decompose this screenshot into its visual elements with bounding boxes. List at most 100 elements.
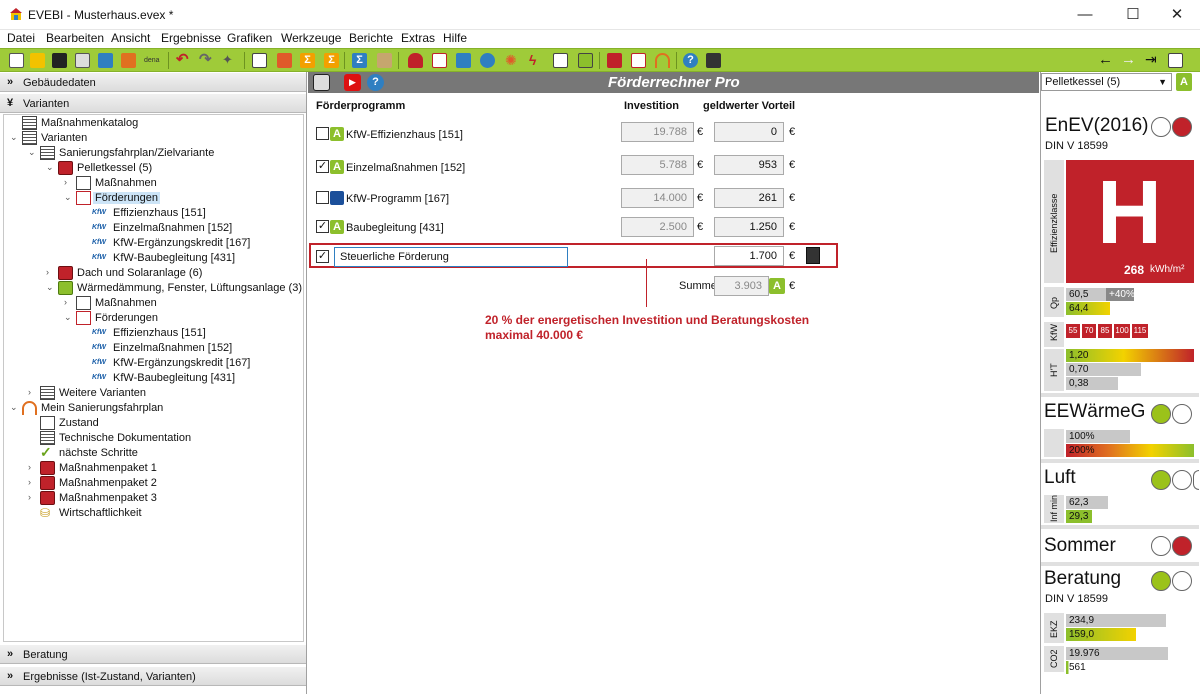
- calculator-icon[interactable]: [806, 247, 820, 264]
- house-icon[interactable]: [553, 53, 568, 68]
- sum-all-icon[interactable]: Σ: [324, 53, 339, 68]
- status-circle-empty: [1172, 470, 1192, 490]
- new-file-icon[interactable]: [9, 53, 24, 68]
- expand-toggle-icon[interactable]: ›: [46, 267, 56, 277]
- steuer-vorteil-field[interactable]: 1.700: [714, 246, 784, 266]
- copy-icon[interactable]: [75, 53, 90, 68]
- kfw-icon: KfW: [92, 374, 106, 381]
- heating-icon[interactable]: [408, 53, 423, 68]
- forward-arrow-icon[interactable]: →: [1121, 52, 1136, 68]
- package-icon[interactable]: [607, 53, 622, 68]
- menu-ergebnisse[interactable]: Ergebnisse: [161, 31, 221, 45]
- collapse-toggle-icon[interactable]: ⌄: [64, 192, 74, 203]
- dock-icon[interactable]: ⇥: [1145, 52, 1160, 68]
- effizienzklasse-letter: H: [1097, 163, 1162, 263]
- col-header-investition: Investition: [624, 100, 680, 112]
- sun-icon[interactable]: ✺: [505, 53, 520, 68]
- steuer-checkbox[interactable]: ✓: [316, 250, 329, 263]
- house-icon: [40, 416, 55, 430]
- document-icon[interactable]: [252, 53, 267, 68]
- row-checkbox[interactable]: [316, 127, 329, 140]
- collapse-toggle-icon[interactable]: ⌄: [46, 282, 56, 293]
- kfw-levels: 55 70 85 100 115: [1066, 324, 1194, 340]
- menu-ansicht[interactable]: Ansicht: [111, 31, 150, 45]
- undo-icon[interactable]: ↶: [176, 52, 191, 68]
- effizienzklasse-label: Effizienzklasse: [1049, 193, 1059, 253]
- energy-label-icon[interactable]: [578, 53, 593, 68]
- help-icon[interactable]: ?: [683, 53, 698, 68]
- currency-label: €: [697, 159, 704, 171]
- section-gebaeudedaten[interactable]: » Gebäudedaten: [0, 72, 306, 92]
- collapse-toggle-icon[interactable]: ⌄: [64, 312, 74, 323]
- table-icon: [40, 386, 55, 400]
- maximize-button[interactable]: ☐: [1110, 0, 1156, 30]
- col-header-vorteil: geldwerter Vorteil: [703, 100, 796, 112]
- kfw-icon: KfW: [92, 254, 106, 261]
- kfw-icon: KfW: [92, 359, 106, 366]
- kfw-label: KfW: [1049, 324, 1059, 341]
- expand-toggle-icon[interactable]: ›: [28, 477, 38, 487]
- menu-hilfe[interactable]: Hilfe: [443, 31, 467, 45]
- section-varianten[interactable]: ¥ Varianten: [0, 93, 306, 113]
- menu-extras[interactable]: Extras: [401, 31, 435, 45]
- status-circle-partial: [1193, 470, 1199, 490]
- menu-werkzeuge[interactable]: Werkzeuge: [281, 31, 341, 45]
- pocket-calc-icon[interactable]: [706, 53, 721, 68]
- chart-icon[interactable]: [1168, 53, 1183, 68]
- menu-datei[interactable]: Datei: [7, 31, 35, 45]
- steuer-label-input[interactable]: Steuerliche Förderung: [334, 247, 568, 267]
- menu-bearbeiten[interactable]: Bearbeiten: [46, 31, 104, 45]
- collapse-toggle-icon[interactable]: ⌄: [10, 402, 20, 413]
- kfw-level-box: 55: [1066, 324, 1080, 338]
- expand-toggle-icon[interactable]: ›: [28, 492, 38, 502]
- kfw-level-box: 100: [1114, 324, 1130, 338]
- wand-icon[interactable]: ✦: [222, 53, 237, 68]
- row-checkbox[interactable]: [316, 191, 329, 204]
- minimize-button[interactable]: —: [1062, 0, 1108, 30]
- section-ergebnisse[interactable]: » Ergebnisse (Ist-Zustand, Varianten): [0, 666, 306, 686]
- class-badge: A: [330, 160, 344, 174]
- investition-field: 14.000: [621, 188, 694, 208]
- collapse-toggle-icon[interactable]: ⌄: [46, 162, 56, 173]
- globe-icon[interactable]: [480, 53, 495, 68]
- report-icon[interactable]: [432, 53, 447, 68]
- collapse-chevron-icon: ¥: [7, 97, 14, 109]
- ekz-label: EKZ: [1049, 620, 1059, 638]
- row-checkbox[interactable]: ✓: [316, 160, 329, 173]
- menu-grafiken[interactable]: Grafiken: [227, 31, 272, 45]
- redo-icon[interactable]: ↷: [199, 52, 214, 68]
- expand-toggle-icon[interactable]: ›: [64, 297, 74, 307]
- investition-field: 2.500: [621, 217, 694, 237]
- section-beratung[interactable]: » Beratung: [0, 644, 306, 664]
- summe-class-badge: A: [769, 278, 785, 294]
- expand-toggle-icon[interactable]: ›: [28, 387, 38, 397]
- collapse-toggle-icon[interactable]: ⌄: [10, 132, 20, 143]
- foerder-doc-icon[interactable]: [631, 53, 646, 68]
- print-icon[interactable]: [313, 74, 330, 91]
- row-checkbox[interactable]: ✓: [316, 220, 329, 233]
- save-icon[interactable]: [52, 53, 67, 68]
- menu-berichte[interactable]: Berichte: [349, 31, 393, 45]
- collapse-toggle-icon[interactable]: ⌄: [28, 147, 38, 158]
- variant-dropdown[interactable]: Pelletkessel (5) ▼: [1041, 73, 1172, 91]
- sigma-blue-icon[interactable]: Σ: [352, 53, 367, 68]
- ladder-icon[interactable]: [377, 53, 392, 68]
- help-icon[interactable]: ?: [367, 74, 384, 91]
- dena-icon[interactable]: dena: [144, 53, 160, 68]
- help-doc-icon[interactable]: [456, 53, 471, 68]
- close-button[interactable]: ✕: [1154, 0, 1200, 30]
- building-icon: [22, 116, 37, 130]
- import-icon[interactable]: [98, 53, 113, 68]
- sum-icon[interactable]: Σ: [300, 53, 315, 68]
- calculator-icon[interactable]: [277, 53, 292, 68]
- summe-field: 3.903: [714, 276, 769, 296]
- back-arrow-icon[interactable]: ←: [1098, 52, 1113, 68]
- expand-toggle-icon[interactable]: ›: [28, 462, 38, 472]
- roadmap-icon[interactable]: [655, 53, 670, 68]
- export-icon[interactable]: [121, 53, 136, 68]
- open-folder-icon[interactable]: [30, 53, 45, 68]
- expand-toggle-icon[interactable]: ›: [64, 177, 74, 187]
- lightning-icon[interactable]: ϟ: [529, 53, 544, 68]
- co2-label: CO2: [1049, 649, 1059, 668]
- video-icon[interactable]: ▶: [344, 74, 361, 91]
